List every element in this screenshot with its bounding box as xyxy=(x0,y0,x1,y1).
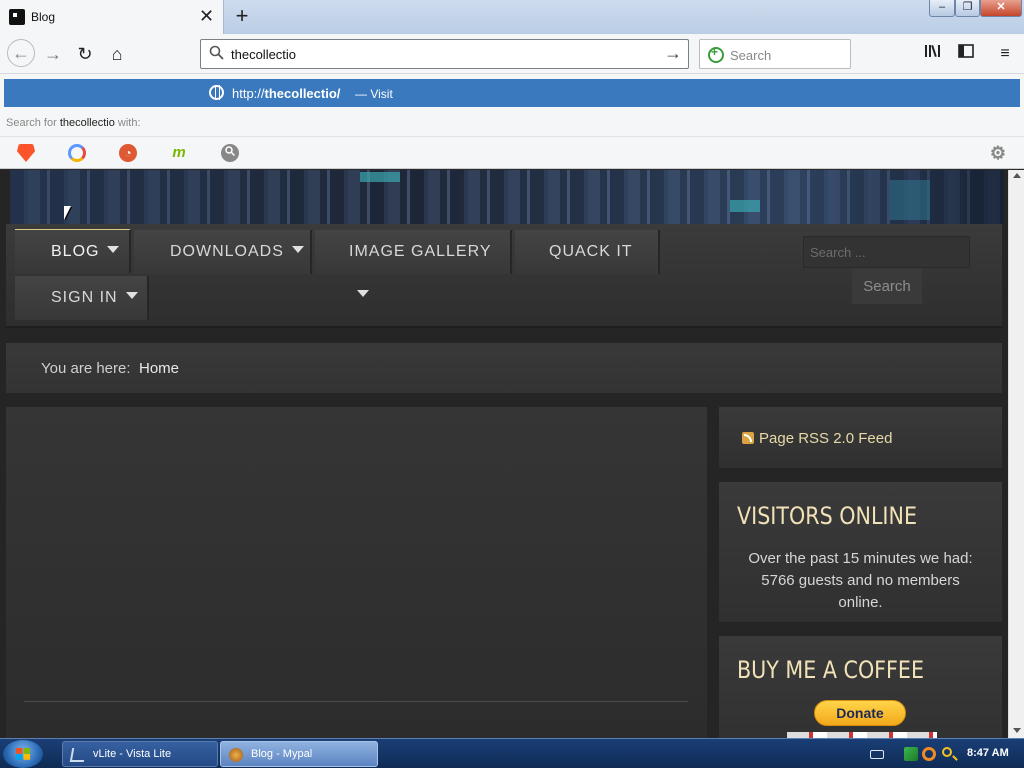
browser-tray-icon[interactable] xyxy=(922,747,936,761)
menu-item-image-gallery[interactable]: IMAGE GALLERY xyxy=(315,230,512,297)
menu-item-blog[interactable]: BLOG xyxy=(15,229,131,273)
visitors-text: Over the past 15 minutes we had: 5766 gu… xyxy=(748,550,973,611)
rss-feed-link[interactable]: Page RSS 2.0 Feed xyxy=(759,430,892,447)
menu-item-quack-it[interactable]: QUACK IT xyxy=(515,230,660,274)
reload-button[interactable]: ↻ xyxy=(72,41,98,67)
sidebar-icon[interactable] xyxy=(955,43,977,65)
system-tray: 8:47 AM xyxy=(862,741,1022,767)
add-search-engine-icon[interactable] xyxy=(708,45,724,63)
minimize-button[interactable]: – xyxy=(929,0,955,17)
keyboard-icon[interactable] xyxy=(870,750,884,759)
divider xyxy=(24,701,688,702)
caret-down-icon xyxy=(357,290,369,297)
banner-sign xyxy=(360,172,400,182)
menu-label: SIGN IN xyxy=(51,289,118,306)
breadcrumb: You are here: Home xyxy=(6,343,1002,393)
search-for-label: Search for thecollectio with: xyxy=(6,117,141,129)
library-icon[interactable] xyxy=(922,43,944,65)
banner-sign xyxy=(730,200,760,212)
visitors-title: VISITORS ONLINE xyxy=(737,502,918,530)
go-arrow-icon[interactable]: → xyxy=(664,43,682,64)
site-search-input[interactable] xyxy=(803,236,970,268)
search-tray-icon[interactable] xyxy=(942,747,952,757)
caret-down-icon xyxy=(291,246,304,253)
search-settings-gear-icon[interactable]: ⚙ xyxy=(989,144,1007,162)
site-navigation: BLOG DOWNLOADS IMAGE GALLERY QUACK IT SI… xyxy=(6,224,1002,328)
vlite-app-icon xyxy=(69,748,87,762)
menu-label: IMAGE GALLERY xyxy=(349,243,492,260)
maximize-button[interactable]: ❐ xyxy=(955,0,980,17)
site-banner-image xyxy=(10,170,1004,224)
menu-item-sign-in[interactable]: SIGN IN xyxy=(15,276,149,320)
rss-icon xyxy=(742,432,754,444)
taskbar-item-mypal[interactable]: Blog - Mypal xyxy=(220,741,378,767)
menu-label: BLOG xyxy=(51,243,100,260)
taskbar-item-label: vLite - Vista Lite xyxy=(93,748,172,760)
url-input[interactable] xyxy=(231,44,651,64)
main-content xyxy=(6,407,707,738)
url-bar[interactable]: → xyxy=(200,39,689,69)
url-suggestions-dropdown: http://thecollectio/ — Visit Search for … xyxy=(0,74,1024,169)
scroll-up-icon[interactable] xyxy=(1013,173,1021,178)
tab-strip: Blog ✕ + – ❐ ✕ xyxy=(0,0,1024,34)
hamburger-menu-icon[interactable]: ≡ xyxy=(994,43,1016,65)
windows-logo-icon xyxy=(16,748,30,760)
web-page: BLOG DOWNLOADS IMAGE GALLERY QUACK IT SI… xyxy=(0,170,1008,738)
globe-icon xyxy=(209,85,224,100)
suggestion-url: http://thecollectio/ xyxy=(232,86,341,101)
new-tab-button[interactable]: + xyxy=(231,3,253,29)
menu-label: DOWNLOADS xyxy=(170,243,284,260)
search-icon xyxy=(209,45,224,64)
breadcrumb-home-link[interactable]: Home xyxy=(139,360,179,377)
start-button[interactable] xyxy=(3,740,43,768)
page-scrollbar[interactable] xyxy=(1008,170,1024,738)
close-window-button[interactable]: ✕ xyxy=(980,0,1022,17)
site-search-button[interactable]: Search xyxy=(852,268,922,304)
home-button[interactable]: ⌂ xyxy=(104,41,130,67)
coffee-title: BUY ME A COFFEE xyxy=(737,656,925,684)
scroll-down-icon[interactable] xyxy=(1013,728,1021,733)
duckduckgo-search-icon[interactable]: ◔ xyxy=(119,144,137,162)
tab-title: Blog xyxy=(31,10,56,24)
tab-blog[interactable]: Blog ✕ xyxy=(0,0,224,34)
back-button[interactable]: ← xyxy=(7,39,35,67)
brave-search-icon[interactable] xyxy=(17,144,35,162)
browser-search-input[interactable] xyxy=(730,45,840,65)
menu-item-downloads[interactable]: DOWNLOADS xyxy=(134,230,312,274)
windows-taskbar: vLite - Vista Lite Blog - Mypal 8:47 AM xyxy=(0,738,1024,768)
network-icon[interactable] xyxy=(904,747,918,761)
suggestion-action: — Visit xyxy=(355,87,393,101)
mypal-app-icon xyxy=(229,748,243,762)
clock[interactable]: 8:47 AM xyxy=(967,747,1009,759)
navigation-toolbar: ← → ↻ ⌂ → ≡ xyxy=(0,34,1024,74)
url-suggestion-row[interactable]: http://thecollectio/ — Visit xyxy=(4,79,1020,107)
menu-label: QUACK IT xyxy=(549,243,633,260)
mojeek-search-icon[interactable]: m xyxy=(170,144,188,162)
generic-search-icon[interactable] xyxy=(221,144,239,162)
caret-down-icon xyxy=(107,246,120,253)
visitors-online-module: VISITORS ONLINE Over the past 15 minutes… xyxy=(719,482,1002,622)
rss-module: Page RSS 2.0 Feed xyxy=(719,407,1002,468)
banner-sign xyxy=(890,180,930,220)
qwant-search-icon[interactable] xyxy=(68,144,86,162)
caret-down-icon xyxy=(125,292,138,299)
site-favicon-icon xyxy=(9,9,25,25)
buy-me-a-coffee-module: BUY ME A COFFEE Donate xyxy=(719,636,1002,738)
taskbar-item-vlite[interactable]: vLite - Vista Lite xyxy=(62,741,218,767)
mouse-cursor-icon xyxy=(64,206,71,220)
one-off-search-engines: ◔ m ⚙ xyxy=(0,136,1024,168)
taskbar-item-label: Blog - Mypal xyxy=(251,748,313,760)
donate-button[interactable]: Donate xyxy=(814,700,906,726)
search-bar[interactable] xyxy=(699,39,851,69)
forward-button[interactable]: → xyxy=(40,41,66,67)
breadcrumb-label: You are here: xyxy=(41,360,131,377)
tab-close-icon[interactable]: ✕ xyxy=(199,6,214,26)
